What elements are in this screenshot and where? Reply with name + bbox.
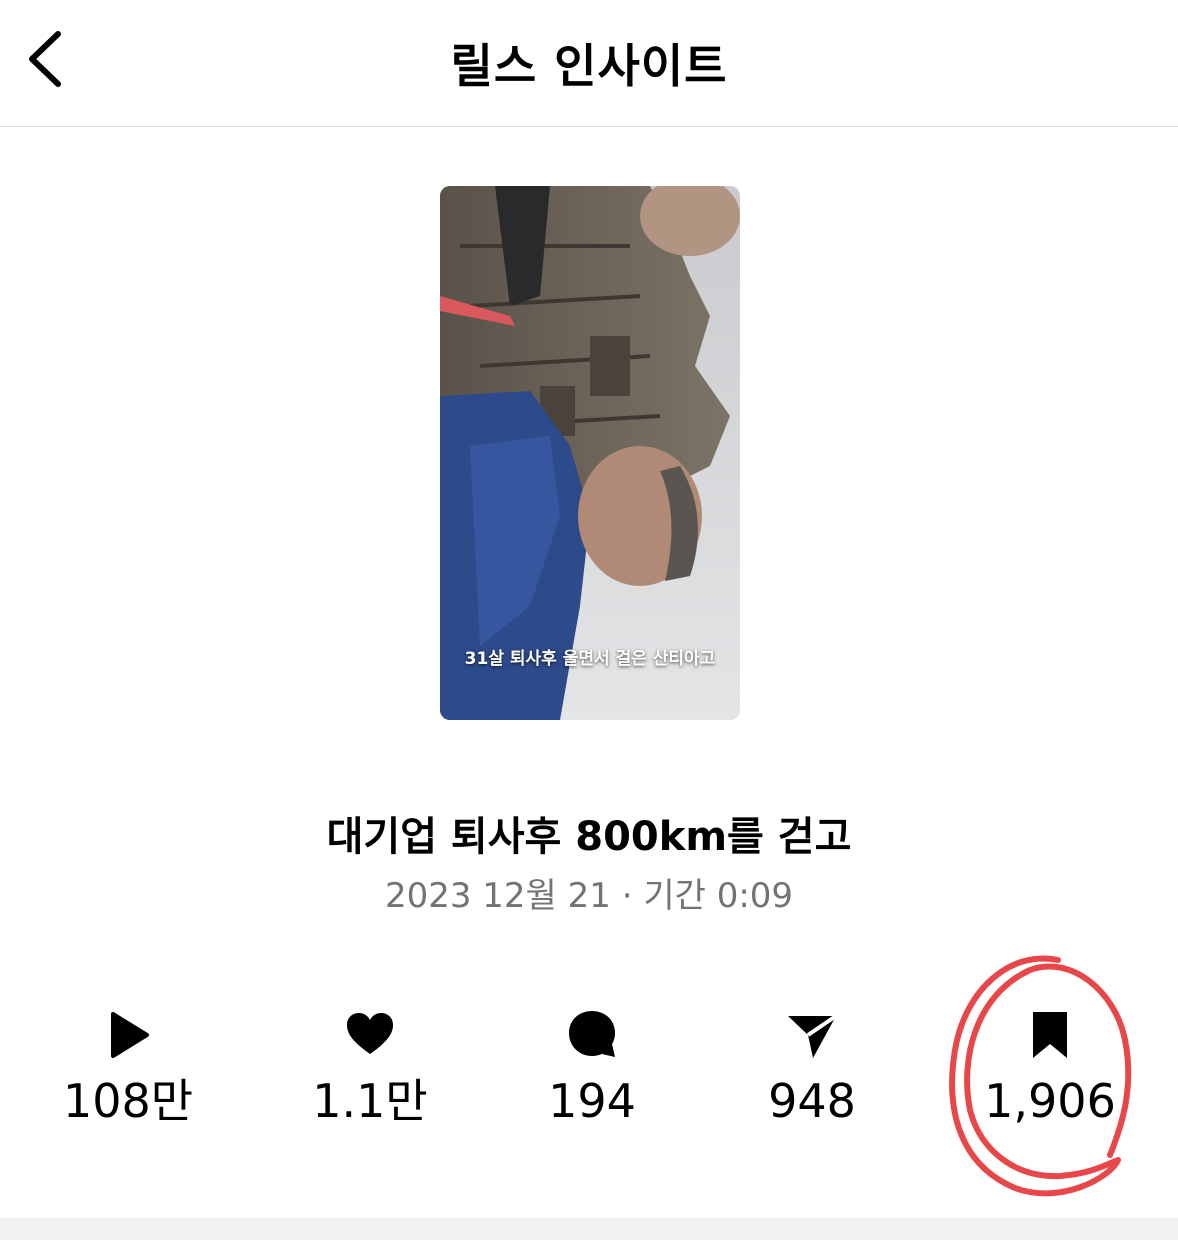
- stat-plays: 108만: [18, 1008, 238, 1126]
- share-icon: [788, 1014, 838, 1058]
- stat-value: 1.1만: [312, 1074, 428, 1128]
- comment-icon: [569, 1011, 615, 1057]
- stat-shares: 948: [702, 1008, 922, 1126]
- thumbnail-caption: 31살 퇴사후 울면서 걸은 산티아고: [464, 649, 716, 669]
- page-title: 릴스 인사이트: [450, 39, 728, 93]
- reel-thumbnail[interactable]: 31살 퇴사후 울면서 걸은 산티아고: [440, 186, 740, 720]
- annotation-circle: [949, 955, 1132, 1197]
- heart-icon: [347, 1013, 393, 1054]
- stat-value: 108만: [62, 1074, 194, 1128]
- stat-comments: 194: [482, 1008, 702, 1126]
- play-icon: [111, 1012, 149, 1058]
- stat-likes: 1.1만: [260, 1008, 480, 1126]
- header: 릴스 인사이트: [0, 0, 1178, 127]
- bottom-divider: [0, 1218, 1178, 1240]
- reel-meta: 2023 12월 21 · 기간 0:09: [384, 876, 794, 916]
- stat-value: 948: [768, 1074, 856, 1128]
- reel-thumbnail-image: [440, 186, 740, 720]
- reel-title: 대기업 퇴사후 800km를 걷고: [326, 814, 852, 860]
- stat-value: 194: [548, 1074, 636, 1128]
